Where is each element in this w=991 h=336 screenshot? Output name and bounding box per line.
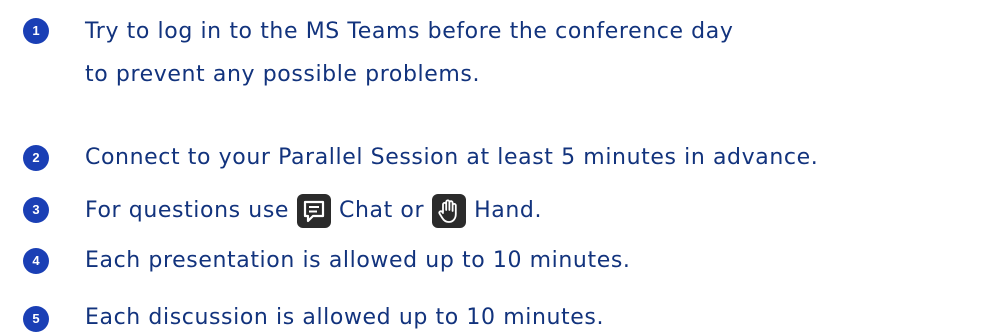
chat-icon xyxy=(297,194,332,228)
number-badge-2: 2 xyxy=(23,145,49,171)
item-2-text: Connect to your Parallel Session at leas… xyxy=(85,145,819,170)
number-badge-4: 4 xyxy=(23,248,49,274)
item-1-line-2: to prevent any possible problems. xyxy=(85,62,481,87)
item-1-line-1: Try to log in to the MS Teams before the… xyxy=(85,19,734,44)
item-5-text: Each discussion is allowed up to 10 minu… xyxy=(85,305,605,330)
chat-label: Chat or xyxy=(339,198,425,223)
number-badge-5: 5 xyxy=(23,306,49,332)
hand-label: Hand. xyxy=(474,198,543,223)
number-badge-3: 3 xyxy=(23,197,49,223)
number-badge-1: 1 xyxy=(23,18,49,44)
raise-hand-icon xyxy=(432,194,467,228)
item-4-text: Each presentation is allowed up to 10 mi… xyxy=(85,248,631,273)
item-3-prefix: For questions use xyxy=(85,198,290,223)
item-3-text: For questions use Chat or Hand. xyxy=(85,193,542,229)
